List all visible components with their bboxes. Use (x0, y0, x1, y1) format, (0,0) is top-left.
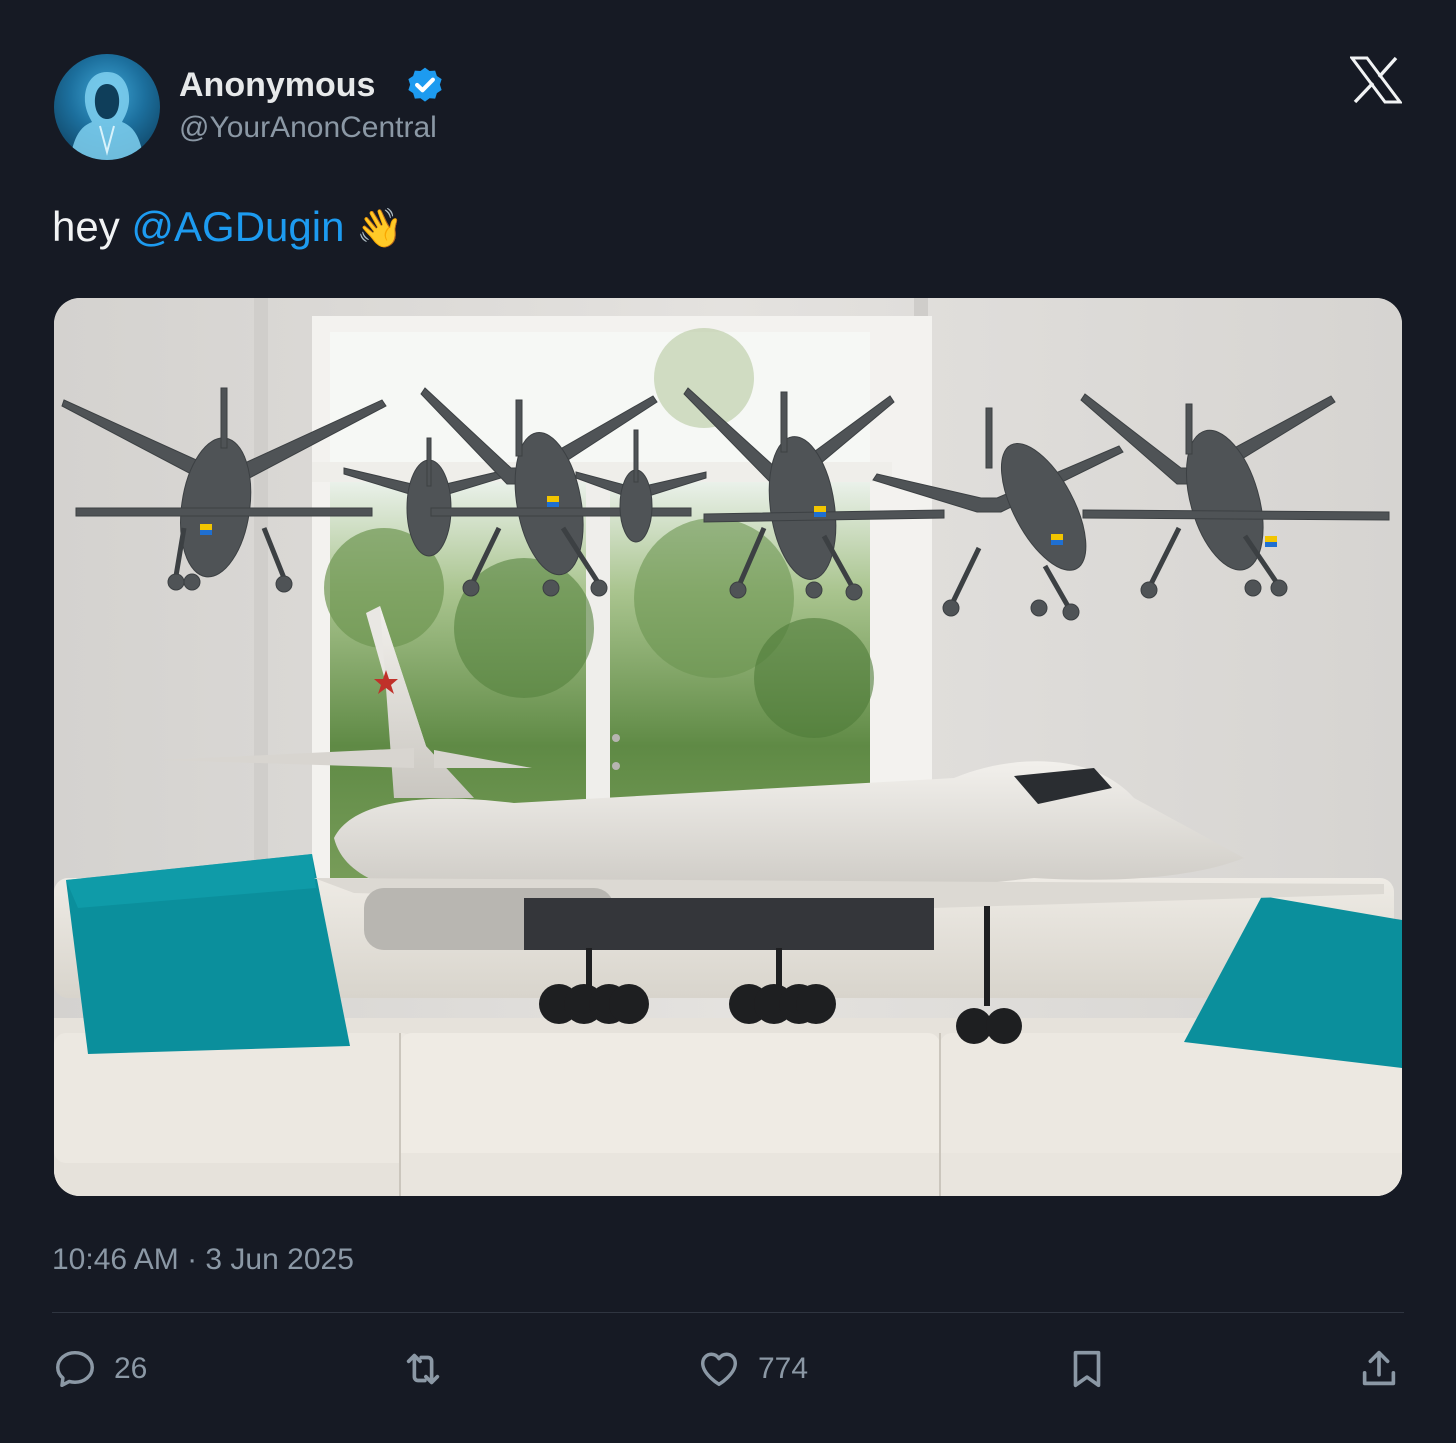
bookmark-icon (1073, 1350, 1101, 1388)
reply-button[interactable]: 26 (52, 1340, 147, 1398)
tweet-timestamp[interactable]: 10:46 AM · 3 Jun 2025 (52, 1240, 354, 1280)
divider (52, 1312, 1404, 1313)
bookmark-button[interactable] (1064, 1340, 1110, 1398)
photo-illustration (54, 298, 1402, 1196)
like-count: 774 (758, 1352, 809, 1385)
tweet-text-prefix: hey (52, 203, 120, 250)
heart-icon (700, 1352, 738, 1387)
share-icon (1362, 1350, 1396, 1386)
reply-count: 26 (114, 1352, 148, 1385)
verified-badge-icon (408, 67, 442, 102)
retweet-button[interactable] (400, 1340, 446, 1398)
hooded-figure-icon (70, 72, 144, 160)
tweet-text: hey @AGDugin 👋 (52, 200, 403, 256)
waving-hand-emoji: 👋 (356, 208, 404, 250)
like-button[interactable]: 774 (696, 1340, 808, 1398)
avatar[interactable] (54, 54, 160, 160)
mention-link[interactable]: @AGDugin (131, 203, 344, 250)
tweet-media-photo[interactable] (54, 298, 1402, 1196)
display-name[interactable]: Anonymous (179, 64, 375, 106)
share-button[interactable] (1356, 1340, 1402, 1398)
retweet-icon (406, 1353, 440, 1385)
reply-bubble-icon (56, 1350, 94, 1388)
x-logo-icon[interactable] (1350, 56, 1402, 104)
handle[interactable]: @YourAnonCentral (179, 108, 437, 148)
